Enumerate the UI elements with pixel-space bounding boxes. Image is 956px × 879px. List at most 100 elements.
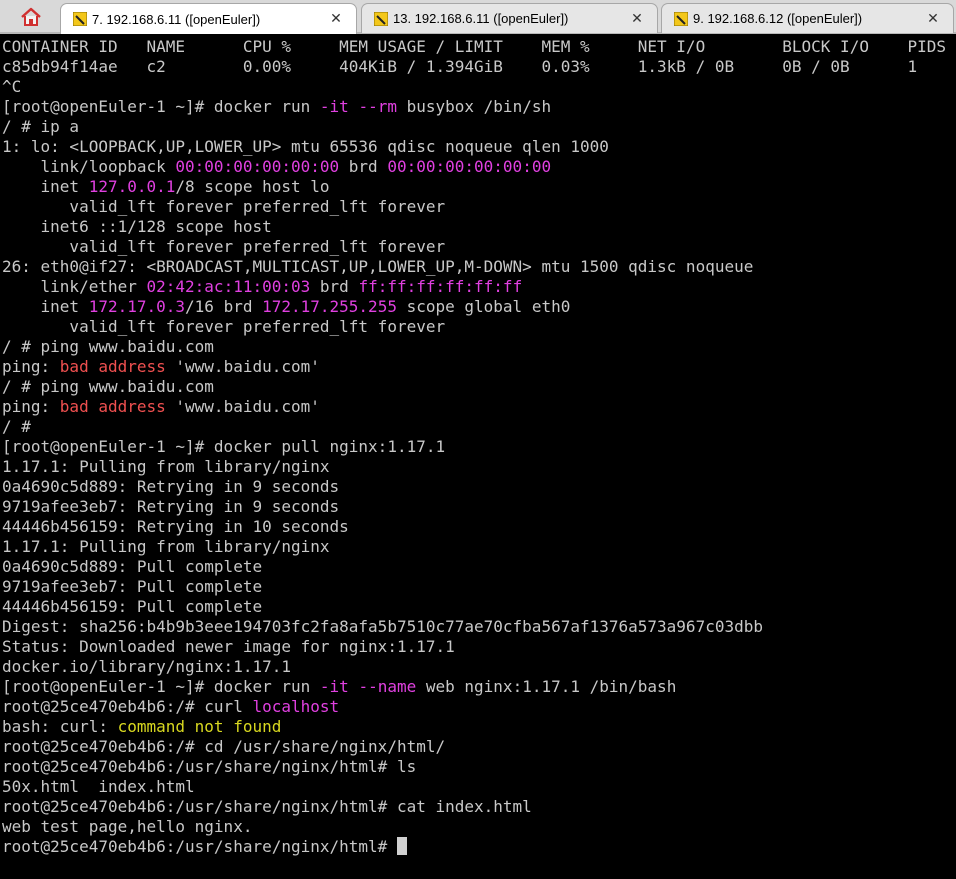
terminal-text: -it (319, 677, 349, 696)
terminal-text: Digest: sha256:b4b9b3eee194703fc2fa8afa5… (2, 617, 763, 636)
terminal-output[interactable]: CONTAINER ID NAME CPU % MEM USAGE / LIMI… (2, 37, 956, 879)
terminal-text: inet (2, 177, 89, 196)
home-icon (21, 7, 41, 26)
terminal-text: / # (2, 417, 31, 436)
terminal-icon (674, 11, 688, 26)
terminal-line: root@25ce470eb4b6:/usr/share/nginx/html# (2, 837, 956, 857)
terminal-text: 'www.baidu.com' (165, 397, 320, 416)
tab-session-13[interactable]: 13. 192.168.6.11 ([openEuler]) ✕ (361, 3, 658, 33)
terminal-line: 44446b456159: Retrying in 10 seconds (2, 517, 956, 537)
terminal-line: [root@openEuler-1 ~]# docker run -it --n… (2, 677, 956, 697)
terminal-text: 'www.baidu.com' (165, 357, 320, 376)
terminal-text: / # ip a (2, 117, 80, 136)
terminal-text: 26: eth0@if27: <BROADCAST,MULTICAST,UP,L… (2, 257, 754, 276)
terminal-text: -it (319, 97, 349, 116)
terminal-line: 1.17.1: Pulling from library/nginx (2, 537, 956, 557)
terminal-text: valid_lft forever preferred_lft forever (2, 317, 446, 336)
terminal-text: valid_lft forever preferred_lft forever (2, 237, 446, 256)
terminal-line: ping: bad address 'www.baidu.com' (2, 397, 956, 417)
terminal-text: bash: curl: (2, 717, 118, 736)
terminal-line: / # ping www.baidu.com (2, 337, 956, 357)
terminal-line: ping: bad address 'www.baidu.com' (2, 357, 956, 377)
terminal-text: bad address (59, 357, 166, 376)
tab-bar: 7. 192.168.6.11 ([openEuler]) ✕ 13. 192.… (0, 0, 956, 34)
terminal-line: Status: Downloaded newer image for nginx… (2, 637, 956, 657)
terminal-text: command not found (117, 717, 282, 736)
terminal-text: busybox /bin/sh (396, 97, 552, 116)
terminal-line: bash: curl: command not found (2, 717, 956, 737)
terminal-text: 02:42:ac:11:00:03 (146, 277, 311, 296)
terminal-line: valid_lft forever preferred_lft forever (2, 317, 956, 337)
terminal-text: /16 brd (185, 297, 263, 316)
terminal-text: CONTAINER ID NAME CPU % MEM USAGE / LIMI… (2, 37, 947, 56)
terminal-line: valid_lft forever preferred_lft forever (2, 197, 956, 217)
home-button[interactable] (10, 4, 52, 30)
terminal-text: scope global eth0 (396, 297, 571, 316)
terminal-text: ^C (2, 77, 22, 96)
terminal-text: link/loopback (2, 157, 176, 176)
terminal-text: 00:00:00:00:00:00 (387, 157, 552, 176)
terminal-line: / # (2, 417, 956, 437)
terminal-text: ping: (2, 357, 60, 376)
tab-label: 7. 192.168.6.11 ([openEuler]) (92, 11, 261, 27)
terminal-text: 00:00:00:00:00:00 (175, 157, 340, 176)
terminal-line: root@25ce470eb4b6:/usr/share/nginx/html#… (2, 757, 956, 777)
terminal-text: [root@openEuler-1 ~]# docker pull nginx:… (2, 437, 446, 456)
terminal-line: 0a4690c5d889: Pull complete (2, 557, 956, 577)
terminal-line: inet 172.17.0.3/16 brd 172.17.255.255 sc… (2, 297, 956, 317)
terminal-text: 9719afee3eb7: Retrying in 9 seconds (2, 497, 340, 516)
terminal-text: 172.17.255.255 (262, 297, 397, 316)
terminal-text: bad address (59, 397, 166, 416)
terminal-line: web test page,hello nginx. (2, 817, 956, 837)
terminal-line: [root@openEuler-1 ~]# docker run -it --r… (2, 97, 956, 117)
terminal-text: brd (310, 277, 359, 296)
terminal-text: root@25ce470eb4b6:/usr/share/nginx/html#… (2, 757, 417, 776)
terminal-line: 1: lo: <LOOPBACK,UP,LOWER_UP> mtu 65536 … (2, 137, 956, 157)
terminal-text: brd (339, 157, 388, 176)
terminal-line: 0a4690c5d889: Retrying in 9 seconds (2, 477, 956, 497)
terminal-text: valid_lft forever preferred_lft forever (2, 197, 446, 216)
terminal-line: root@25ce470eb4b6:/# cd /usr/share/nginx… (2, 737, 956, 757)
terminal-text: root@25ce470eb4b6:/# curl (2, 697, 253, 716)
terminal-text: 50x.html index.html (2, 777, 195, 796)
terminal-text: localhost (252, 697, 340, 716)
terminal-line: 44446b456159: Pull complete (2, 597, 956, 617)
terminal-text: ff:ff:ff:ff:ff:ff (358, 277, 523, 296)
terminal-text: 9719afee3eb7: Pull complete (2, 577, 263, 596)
terminal-text: web test page,hello nginx. (2, 817, 253, 836)
tab-label: 13. 192.168.6.11 ([openEuler]) (393, 11, 569, 26)
terminal-text: web nginx:1.17.1 /bin/bash (416, 677, 677, 696)
terminal-line: Digest: sha256:b4b9b3eee194703fc2fa8afa5… (2, 617, 956, 637)
terminal-text: [root@openEuler-1 ~]# docker run (2, 677, 320, 696)
terminal-line: [root@openEuler-1 ~]# docker pull nginx:… (2, 437, 956, 457)
close-icon[interactable]: ✕ (629, 10, 645, 26)
close-icon[interactable]: ✕ (925, 10, 941, 26)
terminal-text: [root@openEuler-1 ~]# docker run (2, 97, 320, 116)
tab-session-9[interactable]: 9. 192.168.6.12 ([openEuler]) ✕ (661, 3, 954, 33)
terminal-line: inet6 ::1/128 scope host (2, 217, 956, 237)
terminal-text: 172.17.0.3 (88, 297, 186, 316)
tab-session-7[interactable]: 7. 192.168.6.11 ([openEuler]) ✕ (60, 3, 357, 34)
terminal-line: 26: eth0@if27: <BROADCAST,MULTICAST,UP,L… (2, 257, 956, 277)
terminal-line: / # ip a (2, 117, 956, 137)
terminal-text: --name (358, 677, 417, 696)
terminal-line: root@25ce470eb4b6:/# curl localhost (2, 697, 956, 717)
terminal-line: link/loopback 00:00:00:00:00:00 brd 00:0… (2, 157, 956, 177)
terminal-line: c85db94f14ae c2 0.00% 404KiB / 1.394GiB … (2, 57, 956, 77)
terminal-cursor (396, 837, 407, 855)
terminal-text: /8 scope host lo (175, 177, 330, 196)
terminal-line: 50x.html index.html (2, 777, 956, 797)
terminal-line: valid_lft forever preferred_lft forever (2, 237, 956, 257)
terminal-text: Status: Downloaded newer image for nginx… (2, 637, 455, 656)
terminal-text: ping: (2, 397, 60, 416)
terminal-text: 44446b456159: Retrying in 10 seconds (2, 517, 349, 536)
terminal-line: 1.17.1: Pulling from library/nginx (2, 457, 956, 477)
terminal-line: inet 127.0.0.1/8 scope host lo (2, 177, 956, 197)
close-icon[interactable]: ✕ (328, 10, 344, 26)
terminal-icon (73, 12, 87, 26)
terminal-line: / # ping www.baidu.com (2, 377, 956, 397)
terminal-text: root@25ce470eb4b6:/usr/share/nginx/html# (2, 837, 397, 856)
terminal-text: 0a4690c5d889: Retrying in 9 seconds (2, 477, 340, 496)
terminal-text: 127.0.0.1 (88, 177, 176, 196)
